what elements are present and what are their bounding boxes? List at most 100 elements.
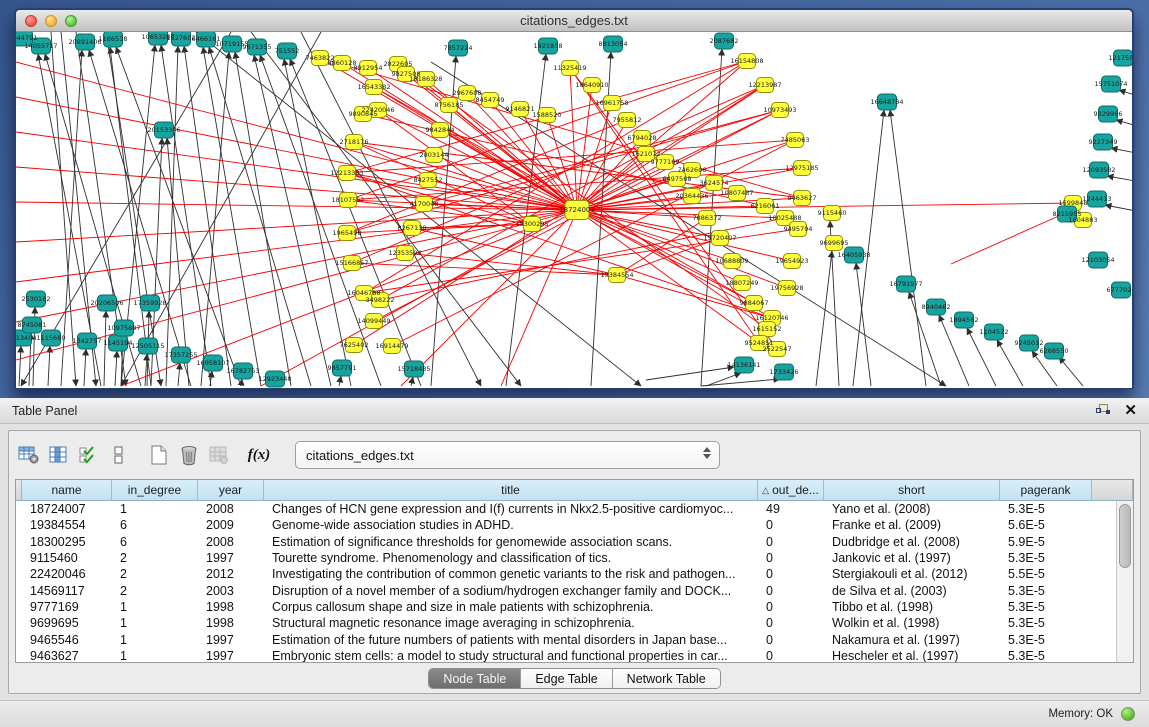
- table-cell[interactable]: Corpus callosum shape and size in male p…: [264, 599, 758, 615]
- network-node[interactable]: [735, 357, 754, 373]
- table-row[interactable]: 1872400712008Changes of HCN gene express…: [16, 501, 1116, 517]
- table-cell[interactable]: 5.3E-5: [1000, 599, 1092, 615]
- table-cell[interactable]: 2008: [198, 501, 264, 517]
- network-node[interactable]: [16, 32, 33, 46]
- network-node[interactable]: [706, 176, 723, 191]
- network-node[interactable]: [397, 246, 414, 261]
- column-header[interactable]: name: [22, 480, 112, 501]
- network-node[interactable]: [562, 61, 579, 76]
- table-cell[interactable]: Franke et al. (2009): [824, 517, 1000, 533]
- network-node[interactable]: [223, 36, 242, 52]
- network-node[interactable]: [149, 32, 168, 45]
- network-node[interactable]: [1088, 191, 1107, 207]
- table-row[interactable]: 1938455462009Genome-wide association stu…: [16, 517, 1116, 533]
- table-cell[interactable]: 1997: [198, 631, 264, 647]
- create-new-column-icon[interactable]: [145, 441, 173, 469]
- network-node[interactable]: [724, 254, 741, 269]
- network-node[interactable]: [878, 94, 897, 110]
- network-node[interactable]: [746, 296, 763, 311]
- network-node[interactable]: [449, 40, 468, 56]
- network-node[interactable]: [1114, 50, 1133, 66]
- table-cell[interactable]: 0: [758, 631, 824, 647]
- table-cell[interactable]: 0: [758, 615, 824, 631]
- table-cell[interactable]: 22420046: [22, 566, 112, 582]
- table-cell[interactable]: Estimation of significance thresholds fo…: [264, 534, 758, 550]
- network-node[interactable]: [1045, 343, 1064, 359]
- network-node[interactable]: [684, 163, 701, 178]
- table-cell[interactable]: Dudbridge et al. (2008): [824, 534, 1000, 550]
- network-node[interactable]: [775, 364, 794, 380]
- table-cell[interactable]: Wolkin et al. (1998): [824, 615, 1000, 631]
- network-node[interactable]: [609, 268, 626, 283]
- table-cell[interactable]: 1998: [198, 599, 264, 615]
- table-cell[interactable]: Stergiakouli et al. (2012): [824, 566, 1000, 582]
- network-node[interactable]: [1020, 335, 1039, 351]
- network-node[interactable]: [78, 333, 97, 349]
- network-node[interactable]: [955, 312, 974, 328]
- column-header[interactable]: short: [824, 480, 1000, 501]
- network-node[interactable]: [355, 107, 372, 122]
- network-node[interactable]: [360, 61, 377, 76]
- network-node[interactable]: [356, 286, 373, 301]
- network-node[interactable]: [384, 339, 401, 354]
- network-node[interactable]: [420, 173, 437, 188]
- network-node[interactable]: [278, 43, 297, 59]
- table-cell[interactable]: Genome-wide association studies in ADHD.: [264, 517, 758, 533]
- network-node[interactable]: [539, 38, 558, 54]
- table-row[interactable]: 977716911998Corpus callosum shape and si…: [16, 599, 1116, 615]
- network-node[interactable]: [197, 32, 216, 47]
- network-node[interactable]: [619, 113, 636, 128]
- network-node[interactable]: [699, 211, 716, 226]
- table-row[interactable]: 969969511998Structural magnetic resonanc…: [16, 615, 1116, 631]
- table-mode-icon[interactable]: [15, 441, 43, 469]
- table-row[interactable]: 911546021997Tourette syndrome. Phenomeno…: [16, 550, 1116, 566]
- table-cell[interactable]: 19384554: [22, 517, 112, 533]
- network-node[interactable]: [524, 217, 541, 232]
- network-node[interactable]: [339, 166, 356, 181]
- import-table-icon[interactable]: [205, 441, 233, 469]
- network-node[interactable]: [340, 193, 357, 208]
- table-cell[interactable]: 1997: [198, 550, 264, 566]
- table-cell[interactable]: Jankovic et al. (1997): [824, 550, 1000, 566]
- table-cell[interactable]: 5.3E-5: [1000, 631, 1092, 647]
- network-node[interactable]: [115, 320, 134, 336]
- network-node[interactable]: [139, 338, 158, 354]
- table-cell[interactable]: 5.6E-5: [1000, 517, 1092, 533]
- network-node[interactable]: [669, 172, 686, 187]
- table-cell[interactable]: 9463627: [22, 648, 112, 662]
- column-header[interactable]: △out_de...: [758, 480, 824, 501]
- citation-network-graph[interactable]: 1872400774638228860128891295428226059827…: [16, 32, 1132, 388]
- network-node[interactable]: [604, 96, 621, 111]
- network-node[interactable]: [927, 299, 946, 315]
- table-cell[interactable]: 2: [112, 566, 198, 582]
- vertical-scrollbar[interactable]: [1116, 501, 1133, 662]
- select-columns-icon[interactable]: [75, 441, 103, 469]
- network-node[interactable]: [334, 56, 351, 71]
- network-view-window[interactable]: citations_edges.txt 18724007746382288601…: [14, 8, 1134, 389]
- network-node[interactable]: [1099, 106, 1118, 122]
- network-node[interactable]: [339, 226, 356, 241]
- table-cell[interactable]: 18724007: [22, 501, 112, 517]
- table-cell[interactable]: 1: [112, 631, 198, 647]
- column-header[interactable]: in_degree: [112, 480, 198, 501]
- window-titlebar[interactable]: citations_edges.txt: [16, 10, 1132, 32]
- table-cell[interactable]: 6: [112, 517, 198, 533]
- function-builder-icon[interactable]: f(x): [245, 441, 273, 469]
- table-cell[interactable]: 5.3E-5: [1000, 582, 1092, 598]
- network-node[interactable]: [757, 78, 774, 93]
- table-cell[interactable]: Tourette syndrome. Phenomenology and cla…: [264, 550, 758, 566]
- table-cell[interactable]: 5.3E-5: [1000, 615, 1092, 631]
- table-cell[interactable]: 5.3E-5: [1000, 550, 1092, 566]
- table-cell[interactable]: Estimation of the future numbers of pati…: [264, 631, 758, 647]
- table-cell[interactable]: Tibbo et al. (1998): [824, 599, 1000, 615]
- show-hide-columns-icon[interactable]: [45, 441, 73, 469]
- table-cell[interactable]: 5.9E-5: [1000, 534, 1092, 550]
- network-node[interactable]: [512, 102, 529, 117]
- network-node[interactable]: [684, 189, 701, 204]
- table-cell[interactable]: 2003: [198, 582, 264, 598]
- network-node[interactable]: [372, 293, 389, 308]
- table-cell[interactable]: 2: [112, 582, 198, 598]
- network-node[interactable]: [426, 148, 443, 163]
- network-node[interactable]: [344, 256, 361, 271]
- network-node[interactable]: [346, 135, 363, 150]
